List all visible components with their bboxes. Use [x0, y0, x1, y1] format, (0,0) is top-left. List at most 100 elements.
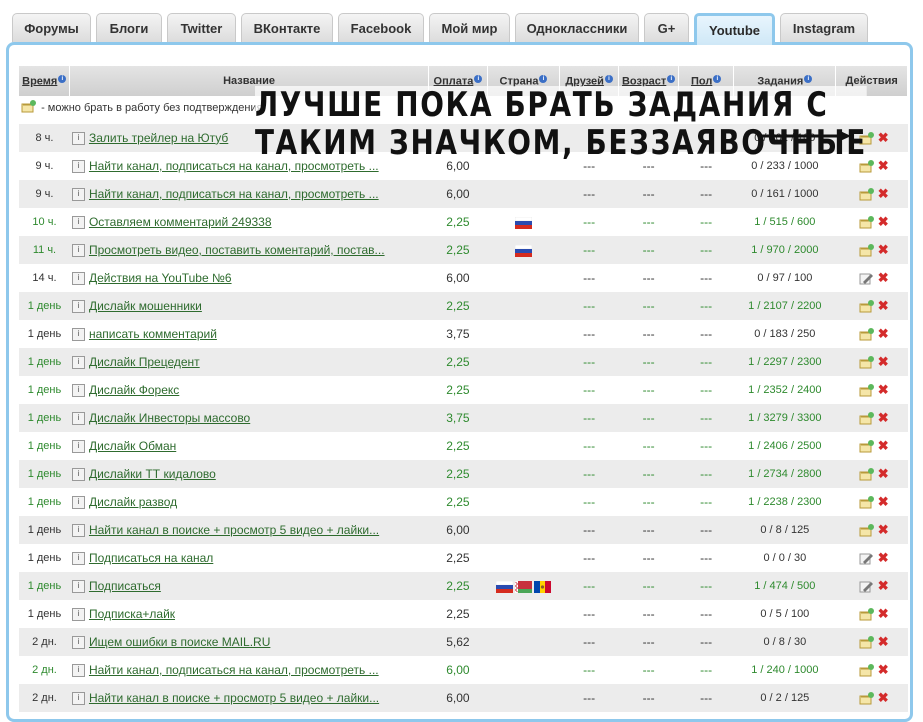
hide-task-icon[interactable]: ✖ — [878, 410, 889, 425]
task-link[interactable]: Дислайк развод — [89, 495, 177, 509]
take-task-icon[interactable] — [859, 439, 874, 453]
take-task-icon[interactable] — [859, 467, 874, 481]
task-link[interactable]: Подписка+лайк — [89, 607, 175, 621]
task-link[interactable]: Найти канал в поиске + просмотр 5 видео … — [89, 691, 379, 705]
task-link[interactable]: Найти канал в поиске + просмотр 5 видео … — [89, 523, 379, 537]
info-icon[interactable]: i — [71, 440, 85, 454]
take-task-icon[interactable] — [859, 215, 874, 229]
tab-форумы[interactable]: Форумы — [12, 13, 91, 42]
tab-facebook[interactable]: Facebook — [338, 13, 424, 42]
hide-task-icon[interactable]: ✖ — [878, 606, 889, 621]
info-icon[interactable]: i — [71, 300, 85, 314]
info-icon[interactable]: i — [71, 188, 85, 202]
info-icon[interactable]: i — [71, 636, 85, 650]
hide-task-icon[interactable]: ✖ — [878, 242, 889, 257]
task-link[interactable]: Дислайк Прецедент — [89, 355, 200, 369]
task-link[interactable]: Дислайк Обман — [89, 439, 176, 453]
hide-task-icon[interactable]: ✖ — [878, 382, 889, 397]
take-task-icon[interactable] — [859, 187, 874, 201]
take-task-icon[interactable] — [859, 383, 874, 397]
cell-time: 1 день — [19, 544, 70, 572]
task-link[interactable]: Найти канал, подписаться на канал, просм… — [89, 187, 379, 201]
task-link[interactable]: Дислайк мошенники — [89, 299, 202, 313]
info-icon[interactable]: i — [71, 692, 85, 706]
hide-task-icon[interactable]: ✖ — [878, 214, 889, 229]
info-icon[interactable]: i — [71, 552, 85, 566]
col-time[interactable]: Время i — [19, 66, 71, 96]
hide-task-icon[interactable]: ✖ — [878, 466, 889, 481]
hide-task-icon[interactable]: ✖ — [878, 690, 889, 705]
info-icon[interactable]: i — [71, 132, 85, 146]
info-icon[interactable]: i — [71, 160, 85, 174]
edit-request-icon[interactable] — [859, 272, 874, 285]
task-link[interactable]: Ищем ошибки в поиске MAIL.RU — [89, 635, 270, 649]
tab-одноклассники[interactable]: Одноклассники — [515, 13, 639, 42]
tab-мой-мир[interactable]: Мой мир — [429, 13, 510, 42]
edit-request-icon[interactable] — [859, 580, 874, 593]
info-icon[interactable]: i — [71, 328, 85, 342]
task-link[interactable]: Подписаться на канал — [89, 551, 213, 565]
take-task-icon[interactable] — [859, 355, 874, 369]
hide-task-icon[interactable]: ✖ — [878, 578, 889, 593]
hide-task-icon[interactable]: ✖ — [878, 550, 889, 565]
hide-task-icon[interactable]: ✖ — [878, 634, 889, 649]
hide-task-icon[interactable]: ✖ — [878, 298, 889, 313]
take-task-icon[interactable] — [859, 635, 874, 649]
info-icon[interactable]: i — [71, 580, 85, 594]
info-icon[interactable]: i — [71, 468, 85, 482]
tab-вконтакте[interactable]: ВКонтакте — [241, 13, 333, 42]
take-task-icon[interactable] — [859, 607, 874, 621]
task-link[interactable]: Просмотреть видео, поставить коментарий,… — [89, 243, 385, 257]
tab-g-[interactable]: G+ — [644, 13, 689, 42]
task-link[interactable]: Залить трейлер на Ютуб — [89, 131, 228, 145]
task-link[interactable]: написать комментарий — [89, 327, 217, 341]
info-icon[interactable]: i — [71, 244, 85, 258]
hide-task-icon[interactable]: ✖ — [878, 158, 889, 173]
take-task-icon[interactable] — [859, 243, 874, 257]
take-task-icon[interactable] — [859, 663, 874, 677]
info-icon[interactable]: i — [71, 412, 85, 426]
info-icon[interactable]: i — [71, 664, 85, 678]
tab-instagram[interactable]: Instagram — [780, 13, 868, 42]
info-icon[interactable]: i — [71, 496, 85, 510]
info-icon[interactable]: i — [71, 356, 85, 370]
take-task-icon[interactable] — [859, 411, 874, 425]
hide-task-icon[interactable]: ✖ — [878, 186, 889, 201]
tab-twitter[interactable]: Twitter — [167, 13, 236, 42]
cell-friends: --- — [559, 628, 619, 656]
take-task-icon[interactable] — [859, 327, 874, 341]
info-icon[interactable]: i — [71, 272, 85, 286]
tab-bar: Форумы Блоги Twitter ВКонтакте Facebook Мой м… — [0, 0, 923, 45]
take-task-icon[interactable] — [859, 691, 874, 705]
info-icon[interactable]: i — [71, 608, 85, 622]
cell-tasks: 0 / 0 / 30 — [733, 544, 836, 572]
task-link[interactable]: Дислайк Форекс — [89, 383, 179, 397]
take-task-icon[interactable] — [859, 523, 874, 537]
tab-youtube[interactable]: Youtube — [694, 13, 775, 45]
no-approval-icon — [21, 100, 36, 113]
hide-task-icon[interactable]: ✖ — [878, 130, 889, 145]
task-link[interactable]: Дислайк Инвесторы массово — [89, 411, 250, 425]
hide-task-icon[interactable]: ✖ — [878, 326, 889, 341]
hide-task-icon[interactable]: ✖ — [878, 662, 889, 677]
hide-task-icon[interactable]: ✖ — [878, 494, 889, 509]
edit-request-icon[interactable] — [859, 552, 874, 565]
cell-country — [487, 236, 560, 264]
cell-age: --- — [618, 432, 679, 460]
task-link[interactable]: Подписаться — [89, 579, 161, 593]
info-icon[interactable]: i — [71, 384, 85, 398]
tab-блоги[interactable]: Блоги — [96, 13, 162, 42]
task-link[interactable]: Дислайки ТТ кидалово — [89, 467, 216, 481]
hide-task-icon[interactable]: ✖ — [878, 438, 889, 453]
task-link[interactable]: Действия на YouTube №6 — [89, 271, 232, 285]
info-icon[interactable]: i — [71, 524, 85, 538]
table-row: 2 дн. i Найти канал, подписаться на канал… — [19, 656, 908, 684]
info-icon[interactable]: i — [71, 216, 85, 230]
take-task-icon[interactable] — [859, 299, 874, 313]
task-link[interactable]: Оставляем комментарий 249338 — [89, 215, 272, 229]
task-link[interactable]: Найти канал, подписаться на канал, просм… — [89, 663, 379, 677]
take-task-icon[interactable] — [859, 495, 874, 509]
hide-task-icon[interactable]: ✖ — [878, 354, 889, 369]
hide-task-icon[interactable]: ✖ — [878, 522, 889, 537]
hide-task-icon[interactable]: ✖ — [878, 270, 889, 285]
